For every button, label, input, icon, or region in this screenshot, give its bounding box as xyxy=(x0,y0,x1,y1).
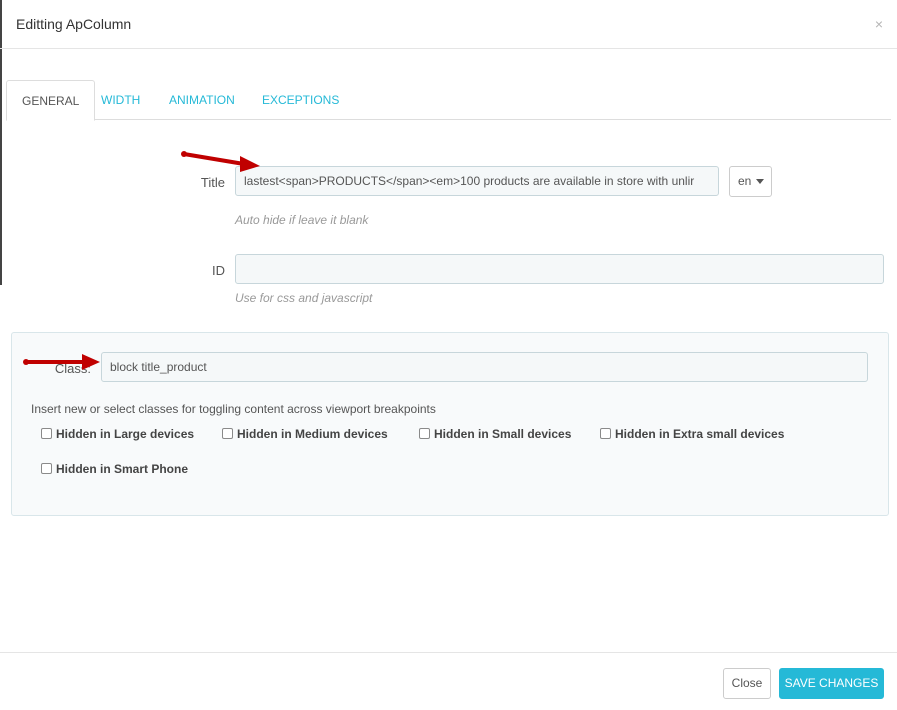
title-label: Title xyxy=(200,175,225,190)
id-help: Use for css and javascript xyxy=(235,291,373,305)
title-input[interactable]: lastest<span>PRODUCTS</span><em>100 prod… xyxy=(235,166,719,196)
caret-down-icon xyxy=(756,179,764,184)
id-input[interactable] xyxy=(235,254,884,284)
tab-general[interactable]: GENERAL xyxy=(6,80,96,121)
annotation-arrow-icon xyxy=(23,354,100,370)
checkbox-box[interactable] xyxy=(41,463,52,474)
checkbox-label: Hidden in Large devices xyxy=(56,427,195,441)
checkbox-label: Hidden in Smart Phone xyxy=(56,462,189,476)
checkbox-label: Hidden in Small devices xyxy=(434,427,572,441)
checkbox-box[interactable] xyxy=(41,428,52,439)
class-note: Insert new or select classes for togglin… xyxy=(31,402,436,416)
tab-exceptions[interactable]: EXCEPTIONS xyxy=(262,80,339,120)
title-help: Auto hide if leave it blank xyxy=(235,213,369,227)
checkbox-hidden-large[interactable]: Hidden in Large devices xyxy=(41,427,194,441)
class-input[interactable]: block title_product xyxy=(101,352,868,382)
checkbox-hidden-small[interactable]: Hidden in Small devices xyxy=(419,427,571,441)
tab-animation[interactable]: ANIMATION xyxy=(169,80,235,120)
footer-divider xyxy=(0,652,897,653)
checkbox-label: Hidden in Extra small devices xyxy=(615,427,785,441)
checkbox-box[interactable] xyxy=(600,428,611,439)
language-dropdown[interactable]: en xyxy=(729,166,772,197)
save-changes-button[interactable]: SAVE CHANGES xyxy=(779,668,884,699)
checkbox-hidden-extra-small[interactable]: Hidden in Extra small devices xyxy=(600,427,784,441)
close-button[interactable]: Close xyxy=(723,668,771,699)
language-value: en xyxy=(738,174,752,188)
modal-title: Editting ApColumn xyxy=(16,16,132,32)
annotation-arrow-icon xyxy=(181,151,260,172)
tab-width[interactable]: WIDTH xyxy=(101,80,140,120)
checkbox-hidden-medium[interactable]: Hidden in Medium devices xyxy=(222,427,388,441)
checkbox-box[interactable] xyxy=(222,428,233,439)
checkbox-hidden-smart-phone[interactable]: Hidden in Smart Phone xyxy=(41,462,188,476)
modal-header: Editting ApColumn × xyxy=(0,0,897,49)
checkbox-label: Hidden in Medium devices xyxy=(237,427,388,441)
checkbox-box[interactable] xyxy=(419,428,430,439)
close-icon[interactable]: × xyxy=(875,16,883,32)
tab-bar: GENERAL WIDTH ANIMATION EXCEPTIONS xyxy=(6,80,891,121)
id-label: ID xyxy=(212,263,225,278)
